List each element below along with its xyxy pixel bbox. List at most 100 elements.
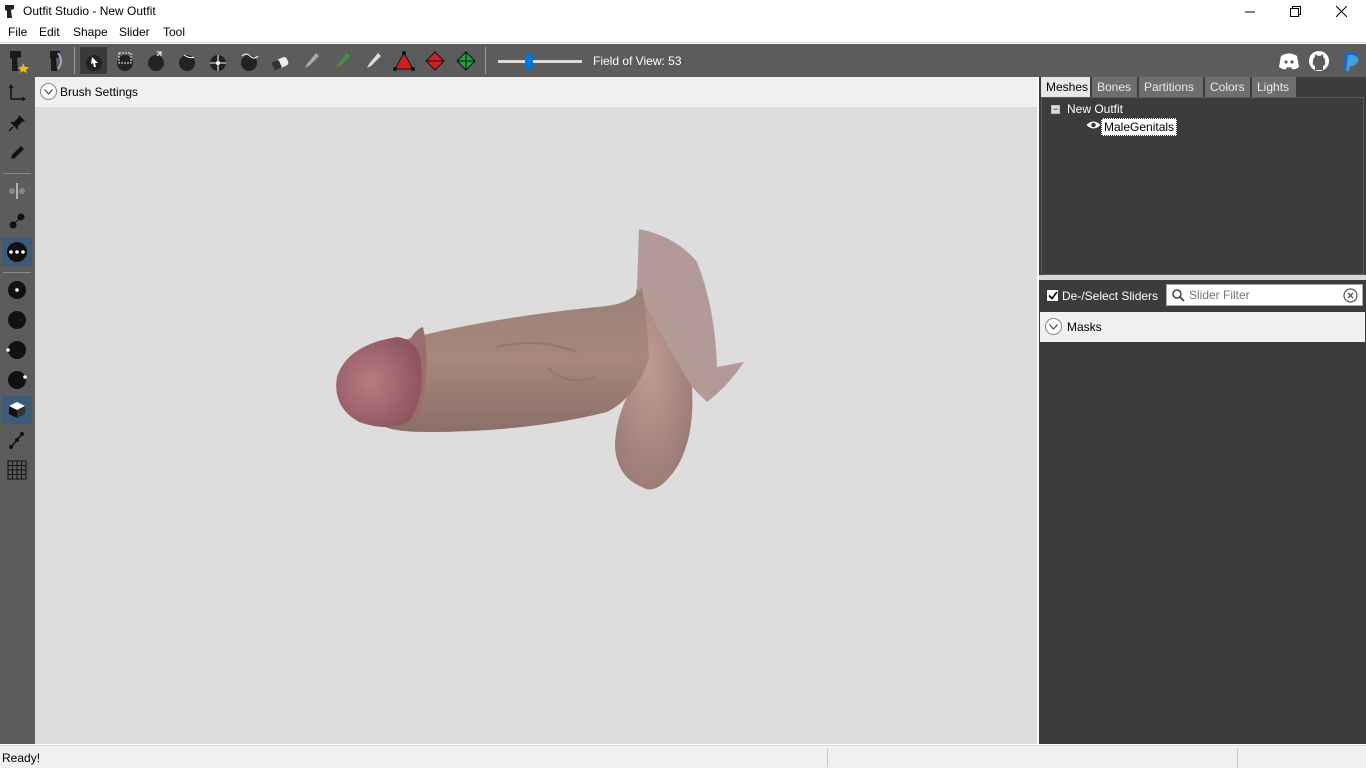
undiff-brush-icon [271,56,288,70]
global-brush-button[interactable] [2,238,32,266]
discord-button[interactable] [1275,47,1302,74]
pencil-icon [11,146,24,159]
github-button[interactable] [1305,47,1332,74]
transform-icon [8,84,26,102]
smooth-brush-icon [240,53,258,71]
bones-view-button[interactable] [2,426,32,454]
menu-file[interactable]: File [8,25,27,39]
tab-colors[interactable]: Colors [1205,77,1251,97]
app-icon [5,5,14,18]
eye-icon[interactable] [1086,120,1101,130]
tree-collapse-toggle[interactable]: − [1051,105,1060,114]
split-edge-icon [455,50,476,71]
title-bar: Outfit Studio - New Outfit [0,0,1366,23]
toolbar-separator [74,47,75,74]
tab-meshes[interactable]: Meshes [1041,77,1091,97]
lighting-button[interactable] [2,366,32,394]
solid-sphere-button[interactable] [2,306,32,334]
paypal-button[interactable] [1336,47,1363,74]
bone-icon [9,432,24,449]
transform-tool-button[interactable] [2,79,32,107]
brush-settings-bar[interactable]: Brush Settings [35,77,1037,107]
chevron-down-icon [1049,323,1058,330]
inflate-brush-button[interactable] [142,47,169,74]
sphere-left-icon [6,341,26,359]
tab-partitions[interactable]: Partitions [1139,77,1204,97]
status-text: Ready! [2,751,41,765]
dots-icon [7,242,27,262]
restore-icon [1289,6,1301,17]
search-icon [1172,289,1185,302]
fov-slider-track [498,60,582,63]
masks-toggle[interactable] [1045,318,1062,335]
tool-separator [3,272,31,273]
minimize-button[interactable] [1227,0,1273,23]
mask-brush-button[interactable] [111,47,138,74]
color-brush-button[interactable] [328,47,355,74]
vertex-edit-button[interactable] [2,139,32,167]
slider-controls-bar: De-/Select Sliders [1039,280,1366,310]
show-vertices-button[interactable] [2,276,32,304]
clear-icon[interactable] [1343,288,1358,303]
left-tool-strip [0,77,35,744]
menu-edit[interactable]: Edit [39,25,60,39]
pin-icon [8,115,25,132]
vertex-dot-icon [8,281,26,299]
slider-filter-input[interactable] [1189,287,1339,303]
fov-slider-thumb[interactable] [525,54,533,69]
close-button[interactable] [1318,0,1364,23]
cube-icon [9,402,25,418]
deflate-brush-button[interactable] [173,47,200,74]
menu-shape[interactable]: Shape [73,25,108,39]
status-separator [1237,749,1238,767]
deselect-sliders-label: De-/Select Sliders [1062,289,1159,303]
alpha-brush-button[interactable] [359,47,386,74]
tab-bones[interactable]: Bones [1092,77,1138,97]
color-brush-icon [335,52,350,68]
split-edge-button[interactable] [452,47,479,74]
fov-label: Field of View: 53 [593,54,682,68]
collapse-vertex-icon [392,50,415,71]
menu-slider[interactable]: Slider [119,25,150,39]
textures-button[interactable] [2,396,32,424]
weight-brush-button[interactable] [297,47,324,74]
mask-brush-icon [116,52,133,71]
right-panel: Meshes Bones Partitions Colors Lights − … [1039,77,1366,744]
flip-edge-button[interactable] [421,47,448,74]
fov-slider[interactable] [498,54,582,69]
restore-button[interactable] [1272,0,1318,23]
deselect-sliders-checkbox[interactable] [1046,289,1059,302]
3d-viewport[interactable]: Brush Settings [35,77,1037,744]
masks-bar[interactable]: Masks [1040,312,1365,342]
connected-only-button[interactable] [2,207,32,235]
collapse-vertex-button[interactable] [390,47,417,74]
smooth-brush-button[interactable] [235,47,262,74]
select-brush-button[interactable] [80,47,107,74]
wireframe-button[interactable] [2,336,32,364]
outfit-studio-button[interactable] [3,47,30,74]
grid-icon [7,460,27,480]
select-brush-icon [85,54,102,71]
outfit-studio-icon [9,50,29,73]
bodyslide-button[interactable] [42,47,69,74]
brush-settings-label: Brush Settings [60,85,139,99]
x-mirror-button[interactable] [2,177,32,205]
tab-lights[interactable]: Lights [1252,77,1297,97]
discord-icon [1278,53,1299,69]
mirror-icon [9,183,25,199]
connected-icon [9,213,25,229]
close-icon [1335,6,1347,17]
github-icon [1308,50,1329,71]
undiff-brush-button[interactable] [266,47,293,74]
inflate-brush-icon [147,51,164,71]
tree-root-outfit[interactable]: New Outfit [1067,102,1123,116]
tree-item-mesh[interactable]: MaleGenitals [1101,118,1178,136]
brush-settings-toggle[interactable] [40,83,57,100]
menu-tool[interactable]: Tool [163,25,185,39]
slider-filter-box[interactable] [1166,284,1363,306]
masks-label: Masks [1067,320,1102,334]
floor-grid-button[interactable] [2,456,32,484]
checkmark-icon [1047,291,1058,300]
pivot-tool-button[interactable] [2,109,32,137]
move-brush-button[interactable] [204,47,231,74]
